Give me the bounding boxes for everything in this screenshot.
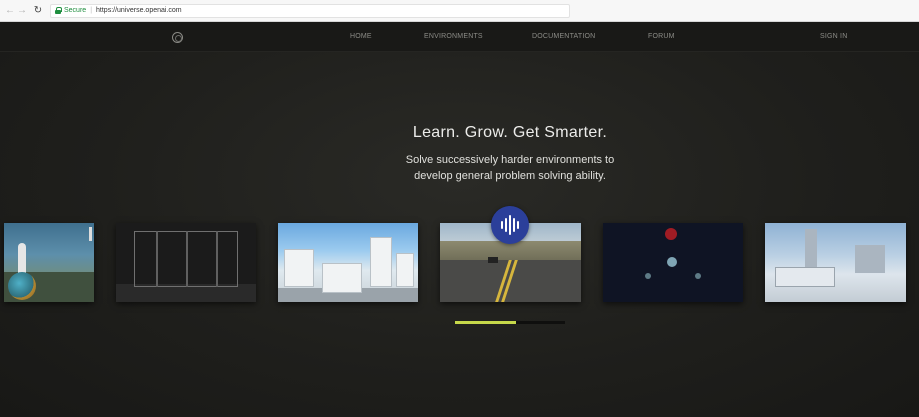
nav-forum-link[interactable]: FORUM (648, 33, 675, 40)
url-text[interactable]: https://universe.openai.com (96, 7, 182, 14)
url-separator: | (90, 7, 93, 14)
site-page: HOME ENVIRONMENTS DOCUMENTATION FORUM SI… (0, 22, 919, 417)
hero-subtitle-line-1: Solve successively harder environments t… (405, 154, 615, 166)
dot-shape (645, 273, 651, 279)
nav-home-link[interactable]: HOME (350, 33, 372, 40)
environment-thumbnail-city[interactable] (278, 223, 418, 302)
back-arrow-icon[interactable]: ← (4, 4, 16, 18)
nav-documentation-link[interactable]: DOCUMENTATION (532, 33, 595, 40)
environment-thumbnail-rocket[interactable] (4, 223, 94, 302)
reload-icon[interactable]: ↻ (32, 4, 44, 18)
carousel-progress-fill (455, 321, 516, 324)
nav-environments-link[interactable]: ENVIRONMENTS (424, 33, 483, 40)
secure-label: Secure (64, 7, 87, 14)
car-shape (488, 257, 498, 263)
hero-subtitle-line-2: develop general problem solving ability. (414, 170, 606, 182)
warehouse-beam (186, 231, 188, 287)
logo-icon[interactable] (172, 32, 183, 43)
ball-shape (667, 257, 677, 267)
tower-shape (89, 227, 92, 241)
address-bar[interactable]: Secure | https://universe.openai.com (50, 3, 570, 18)
carousel-progress-bar (455, 321, 565, 324)
city-building (805, 229, 817, 269)
city-base (775, 267, 835, 287)
browser-toolbar: ← → ↻ Secure | https://universe.openai.c… (0, 0, 919, 22)
hero-title: Learn. Grow. Get Smarter. (412, 124, 608, 141)
sign-in-link[interactable]: SIGN IN (820, 33, 847, 40)
warehouse-beam (156, 231, 158, 287)
city-building (396, 253, 414, 287)
forward-arrow-icon[interactable]: → (16, 4, 28, 18)
environment-thumbnail-warehouse[interactable] (116, 223, 256, 302)
warehouse-beam (216, 231, 218, 287)
environment-thumbnail-city-aerial[interactable] (765, 223, 906, 302)
environment-thumbnail-game[interactable] (603, 223, 743, 302)
target-shape (665, 228, 677, 240)
planet-shape (8, 272, 36, 300)
dot-shape (695, 273, 701, 279)
city-building (370, 237, 392, 287)
city-building (855, 245, 885, 273)
city-building (284, 249, 314, 287)
audio-waveform-icon[interactable] (491, 206, 529, 244)
site-navbar: HOME ENVIRONMENTS DOCUMENTATION FORUM SI… (0, 22, 919, 52)
hero-subtitle: Solve successively harder environments t… (0, 152, 919, 184)
lock-icon (55, 7, 62, 14)
city-building (322, 263, 362, 293)
